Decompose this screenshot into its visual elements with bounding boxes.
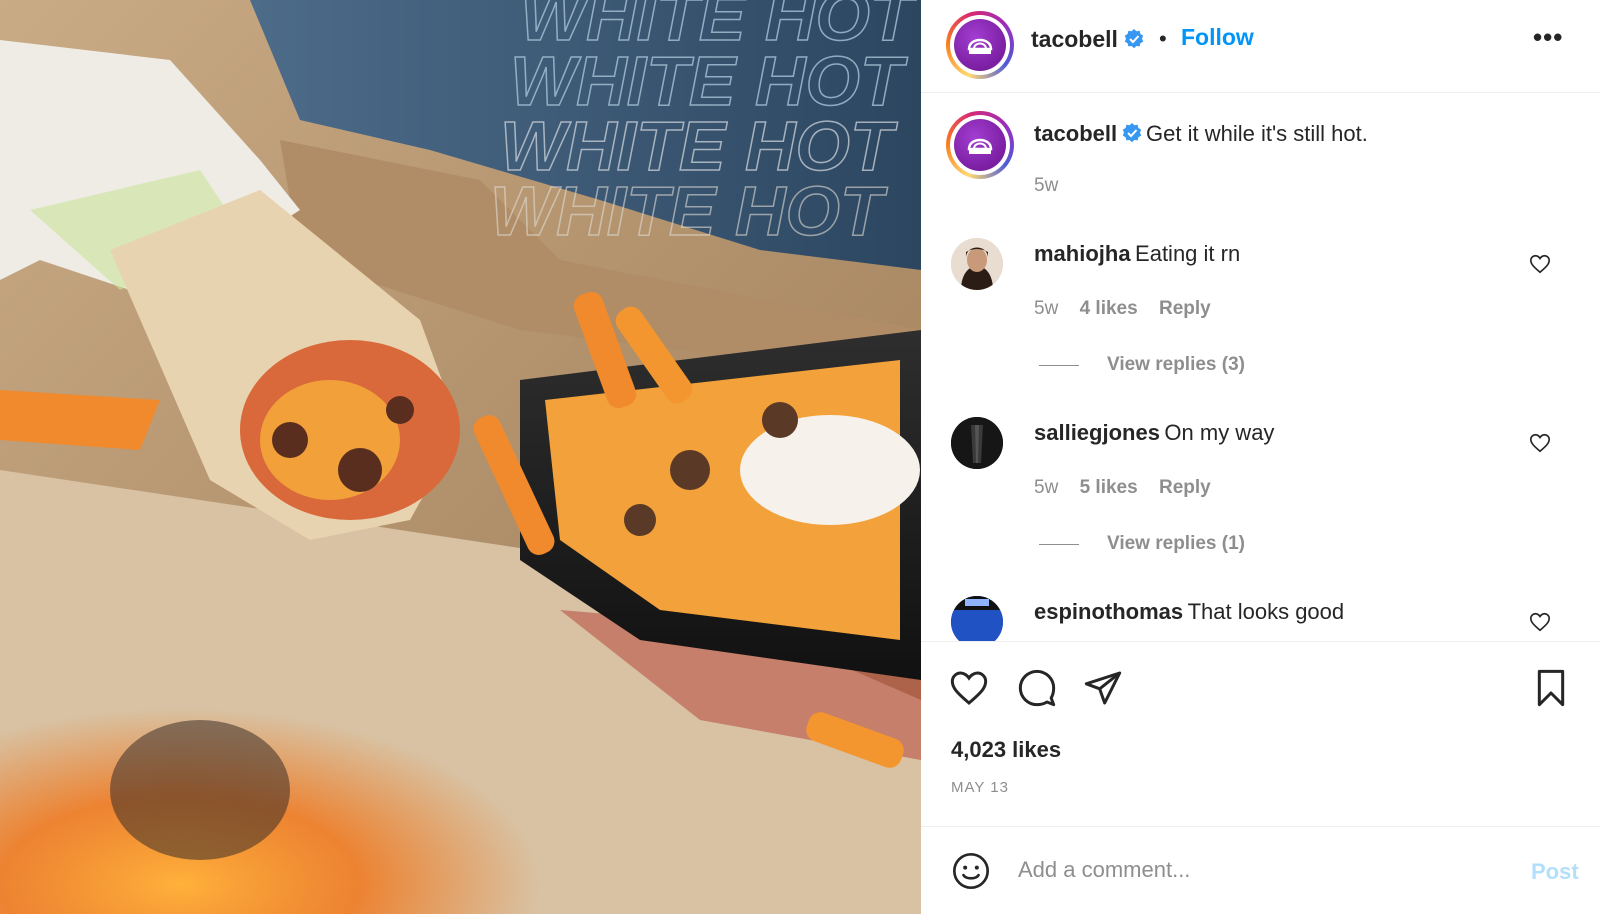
comment-time[interactable]: 5w (1034, 298, 1058, 319)
smiley-icon[interactable] (951, 851, 991, 891)
post-photo[interactable]: WHITE HOT WHITE HOT WHITE HOT WHITE HOT (0, 0, 921, 914)
view-replies-line (1039, 365, 1079, 366)
comment-2: salliegjones On my way (1034, 420, 1274, 446)
follow-button[interactable]: Follow (1181, 24, 1254, 51)
post-comment-button[interactable]: Post (1531, 859, 1579, 885)
author-avatar[interactable] (946, 11, 1014, 79)
comments-list[interactable]: tacobell Get it while it's still hot. 5w… (921, 93, 1600, 641)
comment-text: That looks good (1187, 599, 1345, 624)
comment-username[interactable]: espinothomas (1034, 599, 1183, 624)
heart-icon[interactable] (949, 668, 989, 708)
view-replies-line (1039, 544, 1079, 545)
bookmark-icon[interactable] (1531, 668, 1571, 708)
commenter-avatar[interactable] (951, 238, 1003, 290)
caption-username[interactable]: tacobell (1034, 121, 1117, 146)
more-options-icon[interactable]: ••• (1533, 22, 1563, 53)
comment-icon[interactable] (1017, 668, 1057, 708)
add-comment-bar: Post (921, 826, 1600, 915)
caption: tacobell Get it while it's still hot. (1034, 121, 1368, 147)
commenter-avatar[interactable] (951, 417, 1003, 469)
commenter-avatar[interactable] (951, 596, 1003, 641)
reply-button[interactable]: Reply (1159, 477, 1211, 498)
comment-like-heart-icon[interactable] (1529, 432, 1551, 454)
comment-1: mahiojha Eating it rn (1034, 241, 1240, 267)
verified-badge-icon (1125, 29, 1144, 49)
comment-likes[interactable]: 5 likes (1080, 477, 1138, 498)
view-replies-button[interactable]: View replies (1) (1107, 533, 1245, 555)
photo-overlay-text-4: WHITE HOT (490, 172, 888, 250)
header-username[interactable]: tacobell (1031, 26, 1144, 53)
post-side-panel: tacobell • Follow ••• tacobell Get it wh… (921, 0, 1600, 914)
comment-like-heart-icon[interactable] (1529, 253, 1551, 275)
caption-text: Get it while it's still hot. (1146, 121, 1368, 146)
comment-like-heart-icon[interactable] (1529, 611, 1551, 633)
comment-username[interactable]: salliegjones (1034, 420, 1160, 445)
view-replies-button[interactable]: View replies (3) (1107, 354, 1245, 376)
comment-input[interactable] (1016, 849, 1490, 891)
comment-text: Eating it rn (1135, 241, 1241, 266)
caption-avatar[interactable] (946, 111, 1014, 179)
header-username-text[interactable]: tacobell (1031, 26, 1118, 52)
caption-time[interactable]: 5w (1034, 175, 1058, 197)
post-date[interactable]: MAY 13 (951, 779, 1009, 796)
post-actions: 4,023 likes MAY 13 (921, 641, 1600, 827)
comment-meta: 5w 5 likes Reply (1034, 477, 1211, 499)
taco-bell-logo-icon (954, 19, 1006, 71)
verified-badge-icon (1122, 123, 1141, 143)
comment-username[interactable]: mahiojha (1034, 241, 1131, 266)
paper-plane-icon[interactable] (1083, 668, 1123, 708)
header-separator: • (1159, 26, 1167, 51)
comment-3: espinothomas That looks good (1034, 599, 1344, 625)
comment-likes[interactable]: 4 likes (1080, 298, 1138, 319)
comment-time[interactable]: 5w (1034, 477, 1058, 498)
comment-text: On my way (1164, 420, 1275, 445)
taco-bell-logo-icon (954, 119, 1006, 171)
post-header: tacobell • Follow ••• (921, 0, 1600, 93)
reply-button[interactable]: Reply (1159, 298, 1211, 319)
comment-meta: 5w 4 likes Reply (1034, 298, 1211, 320)
likes-count[interactable]: 4,023 likes (951, 737, 1061, 763)
